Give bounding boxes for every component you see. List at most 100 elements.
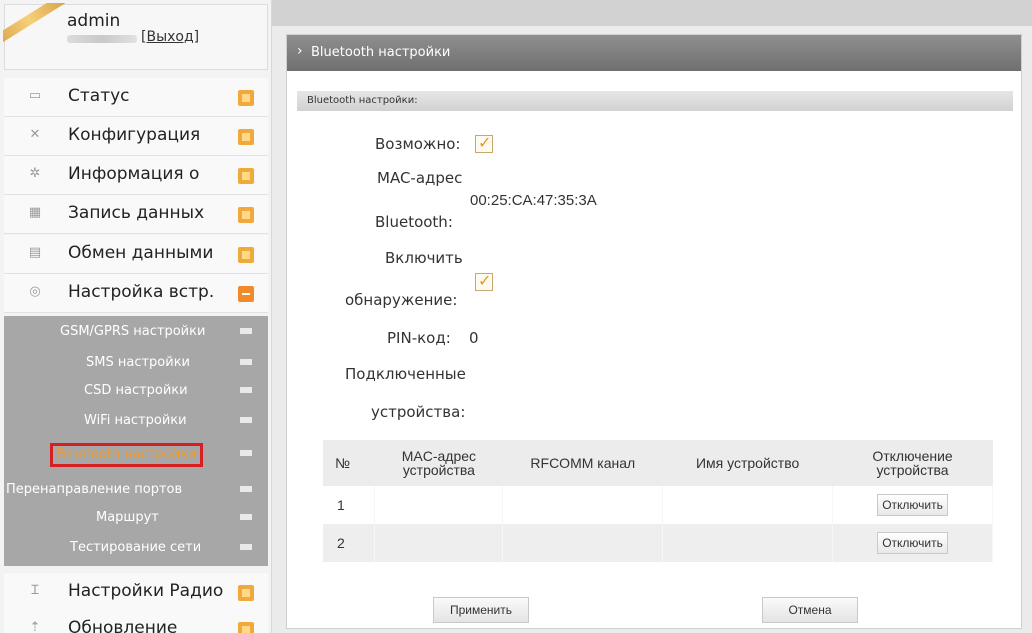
minus-icon xyxy=(240,514,252,520)
monitor-icon: ▭ xyxy=(28,88,42,103)
subitem-label: Тестирование сети xyxy=(70,540,202,555)
cell-channel xyxy=(502,524,664,562)
sidebar-subitem-port-forwarding[interactable]: Перенаправление портов xyxy=(4,478,268,502)
username: admin xyxy=(67,11,121,31)
calendar-icon: ▦ xyxy=(28,205,42,220)
top-bar xyxy=(272,0,1032,26)
subitem-label: SMS настройки xyxy=(86,355,190,370)
col-header-rfcomm: RFCOMM канал xyxy=(502,440,663,486)
sidebar-item-label: Запись данных xyxy=(68,203,205,223)
sidebar-item-status[interactable]: ▭ Статус xyxy=(4,78,268,117)
upload-icon: ⇡ xyxy=(29,620,41,633)
chevron-right-icon: › xyxy=(297,43,303,59)
sidebar-item-label: Настройка встр. xyxy=(68,282,215,302)
sidebar-item-configuration[interactable]: ✕ Конфигурация xyxy=(4,117,268,156)
disconnect-button[interactable]: Отключить xyxy=(877,494,948,516)
table-row: 1 Отключить xyxy=(323,486,993,524)
main-area: › Bluetooth настройки Bluetooth настройк… xyxy=(272,0,1032,633)
subitem-label: Bluetooth настройки xyxy=(50,443,204,467)
minus-icon xyxy=(240,544,252,550)
content-panel: › Bluetooth настройки Bluetooth настройк… xyxy=(286,34,1022,629)
settings-icon: ◎ xyxy=(29,284,41,299)
collapse-icon[interactable] xyxy=(238,286,254,302)
sidebar-subitem-sms[interactable]: SMS настройки xyxy=(4,351,268,375)
expand-icon[interactable] xyxy=(238,585,254,601)
sidebar-item-embedded-settings[interactable]: ◎ Настройка встр. xyxy=(4,274,268,313)
expand-icon[interactable] xyxy=(238,168,254,184)
sidebar-item-label: Настройки Радио xyxy=(68,581,224,601)
minus-icon xyxy=(240,359,252,365)
discover-label-line1: Включить xyxy=(385,249,463,267)
section-title: Bluetooth настройки: xyxy=(307,95,418,106)
subitem-label: Маршрут xyxy=(96,510,159,525)
sidebar-subitem-route[interactable]: Маршрут xyxy=(4,506,268,530)
minus-icon xyxy=(240,328,252,334)
sidebar-item-update[interactable]: ⇡ Обновление xyxy=(4,610,268,633)
sidebar-subitem-csd[interactable]: CSD настройки xyxy=(4,379,268,403)
sidebar-item-label: Обмен данными xyxy=(68,243,214,263)
apply-button[interactable]: Применить xyxy=(433,597,529,623)
mac-label-line1: MAC-адрес xyxy=(377,169,463,187)
sidebar-subitem-wifi[interactable]: WiFi настройки xyxy=(4,409,268,433)
sidebar: admin [Выход] ▭ Статус ✕ Конфигурация ✲ … xyxy=(0,0,272,633)
page-header: › Bluetooth настройки xyxy=(287,35,1021,71)
sidebar-item-label: Обновление xyxy=(68,618,178,633)
disconnect-button[interactable]: Отключить xyxy=(877,532,948,554)
sidebar-subitem-network-test[interactable]: Тестирование сети xyxy=(4,536,268,560)
sidebar-item-label: Статус xyxy=(68,86,130,106)
cell-mac xyxy=(374,486,504,524)
sidebar-item-label: Информация о xyxy=(68,164,200,184)
enabled-label: Возможно: xyxy=(375,135,461,153)
subitem-label: WiFi настройки xyxy=(84,413,187,428)
logout-bracket-close: ] xyxy=(193,29,200,45)
devices-table: № MAC-адрес устройства RFCOMM канал Имя … xyxy=(323,440,993,562)
connected-label-line1: Подключенные xyxy=(345,365,466,383)
enabled-checkbox[interactable] xyxy=(475,133,493,153)
minus-icon xyxy=(240,450,252,456)
cell-mac xyxy=(374,524,504,562)
logout-link[interactable]: Выход xyxy=(146,29,193,45)
sidebar-submenu: GSM/GPRS настройки SMS настройки CSD нас… xyxy=(4,316,268,566)
expand-icon[interactable] xyxy=(238,129,254,145)
cell-number: 1 xyxy=(323,486,376,524)
mac-value: 00:25:CA:47:35:3A xyxy=(470,192,597,209)
col-header-mac: MAC-адрес устройства xyxy=(374,440,503,486)
logout-group: [Выход] xyxy=(141,29,199,45)
document-icon: ▤ xyxy=(28,245,42,260)
col-header-device-name: Имя устройство xyxy=(662,440,833,486)
sidebar-subitem-bluetooth[interactable]: Bluetooth настройки xyxy=(4,442,268,467)
col-header-disconnect: Отключение устройства xyxy=(832,440,993,486)
cell-channel xyxy=(502,486,664,524)
cell-name xyxy=(662,486,834,524)
sidebar-item-data-log[interactable]: ▦ Запись данных xyxy=(4,195,268,234)
antenna-icon: Ɪ xyxy=(31,583,39,598)
tools-icon: ✕ xyxy=(29,127,41,142)
expand-icon[interactable] xyxy=(238,207,254,223)
expand-icon[interactable] xyxy=(238,247,254,263)
minus-icon xyxy=(240,417,252,423)
cell-action: Отключить xyxy=(832,486,993,524)
cancel-button[interactable]: Отмена xyxy=(762,597,858,623)
mac-label-line2: Bluetooth: xyxy=(375,213,453,231)
sidebar-item-info[interactable]: ✲ Информация о xyxy=(4,156,268,195)
sidebar-subitem-gsm-gprs[interactable]: GSM/GPRS настройки xyxy=(4,320,268,344)
expand-icon[interactable] xyxy=(238,622,254,633)
sidebar-item-label: Конфигурация xyxy=(68,125,201,145)
pin-label: PIN-код: xyxy=(387,329,451,347)
corner-ribbon-icon xyxy=(3,3,65,43)
minus-icon xyxy=(240,387,252,393)
sidebar-item-radio-settings[interactable]: Ɪ Настройки Радио xyxy=(4,573,268,612)
user-subtitle-blurred xyxy=(67,35,137,43)
cell-name xyxy=(662,524,834,562)
pin-value: 0 xyxy=(469,329,479,347)
sidebar-item-data-exchange[interactable]: ▤ Обмен данными xyxy=(4,235,268,274)
minus-icon xyxy=(240,486,252,492)
user-box: admin [Выход] xyxy=(3,3,268,70)
connected-label-line2: устройства: xyxy=(371,403,466,421)
cell-action: Отключить xyxy=(832,524,993,562)
expand-icon[interactable] xyxy=(238,90,254,106)
discover-label-line2: обнаружение: xyxy=(345,291,458,309)
table-header-row: № MAC-адрес устройства RFCOMM канал Имя … xyxy=(323,440,993,486)
discoverable-checkbox[interactable] xyxy=(475,271,493,291)
subitem-label: CSD настройки xyxy=(84,383,188,398)
